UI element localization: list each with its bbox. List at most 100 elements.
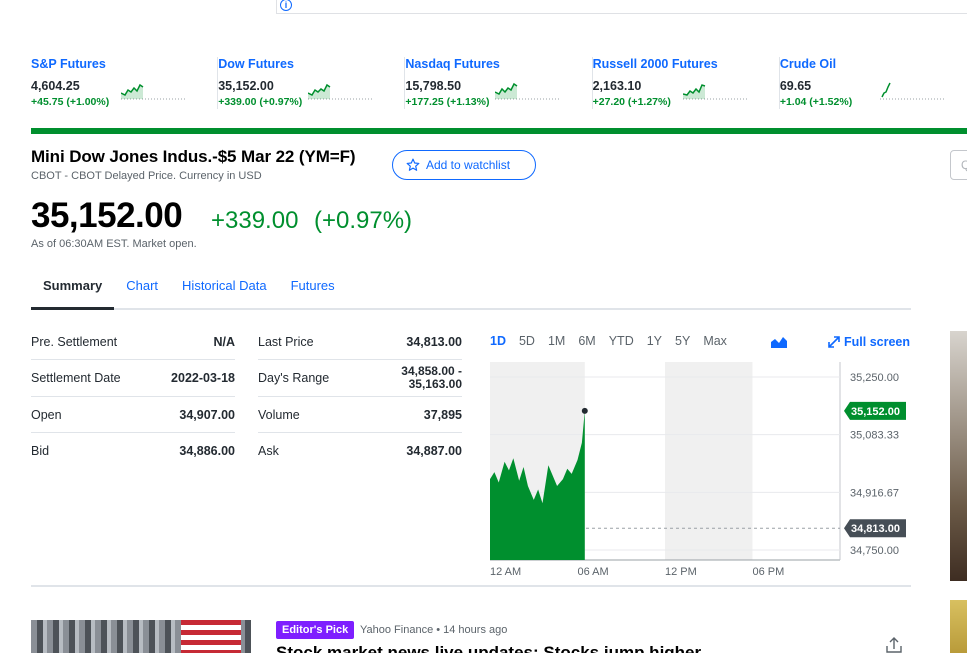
sparkline-icon [121, 83, 187, 100]
row-value: N/A [213, 334, 235, 349]
price-chart[interactable]: 35,250.00 35,083.33 34,916.67 34,750.00 12 A… [490, 352, 915, 582]
tab-futures[interactable]: Futures [279, 268, 347, 310]
tab-summary[interactable]: Summary [31, 268, 115, 310]
row-value: 2022-03-18 [171, 371, 235, 385]
y-tick-label: 34,750.00 [850, 545, 899, 557]
price-change: +339.00 [211, 207, 299, 234]
news-headline[interactable]: Stock market news live updates: Stocks j… [276, 643, 876, 653]
x-tick-label: 12 AM [490, 566, 521, 578]
summary-table-middle: Last Price 34,813.00 Day's Range 34,858.… [258, 324, 462, 469]
full-screen-button[interactable]: Full screen [828, 335, 910, 349]
range-selector: 1D 5D 1M 6M YTD 1Y 5Y Max [490, 334, 740, 348]
tab-chart[interactable]: Chart [114, 268, 170, 310]
row-value: 34,813.00 [406, 334, 462, 349]
table-row: Day's Range 34,858.00 - 35,163.00 [258, 360, 462, 397]
row-value: 34,887.00 [406, 444, 462, 458]
top-info-strip: i [276, 0, 967, 14]
table-row: Ask 34,887.00 [258, 433, 462, 469]
row-label: Open [31, 407, 62, 422]
section-divider [31, 585, 911, 587]
y-tick-label: 34,916.67 [850, 487, 899, 499]
range-1y[interactable]: 1Y [647, 334, 662, 348]
current-price-flag: 35,152.00 [844, 401, 906, 420]
row-value: 37,895 [423, 407, 462, 422]
star-icon [406, 158, 420, 171]
row-label: Pre. Settlement [31, 334, 118, 349]
row-value: 34,886.00 [179, 444, 235, 458]
y-tick-label: 35,083.33 [850, 430, 899, 442]
market-ribbon: S&P Futures 4,604.25 +45.75 (+1.00%) Dow… [31, 57, 967, 113]
ticker-name[interactable]: S&P Futures [31, 57, 205, 71]
row-label: Settlement Date [31, 371, 121, 385]
ticker-name[interactable]: Crude Oil [780, 57, 955, 71]
news-source: Yahoo Finance • 14 hours ago [360, 624, 508, 636]
quote-tabs: Summary Chart Historical Data Futures [31, 268, 911, 310]
table-row: Settlement Date 2022-03-18 [31, 360, 235, 397]
range-max[interactable]: Max [703, 334, 727, 348]
ribbon-item[interactable]: Nasdaq Futures 15,798.50 +177.25 (+1.13%… [405, 57, 593, 109]
tab-historical-data[interactable]: Historical Data [170, 268, 279, 310]
current-price: 35,152.00 [31, 196, 183, 235]
range-ytd[interactable]: YTD [609, 334, 634, 348]
range-1m[interactable]: 1M [548, 334, 565, 348]
full-screen-label: Full screen [844, 335, 910, 349]
news-thumbnail[interactable] [31, 620, 251, 653]
table-row: Last Price 34,813.00 [258, 324, 462, 360]
ticker-name[interactable]: Russell 2000 Futures [593, 57, 767, 71]
share-icon[interactable] [885, 637, 903, 653]
row-value: 34,907.00 [179, 407, 235, 422]
sparkline-icon [879, 82, 946, 100]
last-price-marker [581, 407, 588, 414]
sparkline-icon [682, 84, 749, 100]
advertisement-image[interactable] [950, 331, 967, 581]
add-to-watchlist-button[interactable]: Add to watchlist [392, 150, 536, 180]
info-icon[interactable]: i [280, 0, 292, 11]
table-row: Open 34,907.00 [31, 397, 235, 433]
previous-close-flag-text: 34,813.00 [851, 523, 900, 535]
price-change-percent: (+0.97%) [314, 207, 413, 234]
expand-icon [828, 336, 840, 348]
page-title: Mini Dow Jones Indus.-$5 Mar 22 (YM=F) [31, 147, 356, 166]
table-row: Pre. Settlement N/A [31, 324, 235, 360]
quote-lookup-input[interactable]: Q [950, 150, 967, 180]
range-1d[interactable]: 1D [490, 334, 506, 348]
area-chart-icon[interactable] [771, 336, 787, 348]
row-value: 34,858.00 - 35,163.00 [401, 365, 462, 391]
editors-pick-badge: Editor's Pick [276, 621, 355, 639]
ribbon-item[interactable]: Russell 2000 Futures 2,163.10 +27.20 (+1… [593, 57, 780, 109]
x-tick-label: 06 PM [753, 566, 785, 578]
watchlist-label: Add to watchlist [426, 158, 511, 172]
advertisement-image[interactable] [950, 600, 967, 653]
ticker-name[interactable]: Dow Futures [218, 57, 392, 71]
market-open-bar [31, 128, 967, 134]
ribbon-item[interactable]: S&P Futures 4,604.25 +45.75 (+1.00%) [31, 57, 219, 109]
range-6m[interactable]: 6M [578, 334, 595, 348]
range-5d[interactable]: 5D [519, 334, 535, 348]
days-range-high: 35,163.00 [408, 377, 462, 391]
x-tick-label: 06 AM [578, 566, 609, 578]
x-tick-label: 12 PM [665, 566, 697, 578]
range-5y[interactable]: 5Y [675, 334, 690, 348]
row-label: Bid [31, 444, 50, 458]
sparkline-icon [308, 83, 375, 100]
price-chart-panel: 1D 5D 1M 6M YTD 1Y 5Y Max Full screen 35… [490, 330, 915, 580]
session-shade [665, 362, 753, 560]
flag-image [181, 620, 241, 653]
current-price-flag-text: 35,152.00 [851, 406, 900, 418]
ribbon-item[interactable]: Crude Oil 69.65 +1.04 (+1.52%) [780, 57, 967, 109]
table-row: Bid 34,886.00 [31, 433, 235, 469]
previous-close-flag: 34,813.00 [844, 519, 906, 538]
row-label: Volume [258, 407, 300, 422]
ribbon-item[interactable]: Dow Futures 35,152.00 +339.00 (+0.97%) [218, 57, 406, 109]
sparkline-icon [495, 82, 562, 100]
row-label: Ask [258, 444, 279, 458]
table-row: Volume 37,895 [258, 397, 462, 433]
summary-table-left: Pre. Settlement N/A Settlement Date 2022… [31, 324, 235, 469]
row-label: Last Price [258, 334, 314, 349]
quote-subtitle: CBOT - CBOT Delayed Price. Currency in U… [31, 170, 262, 182]
row-label: Day's Range [258, 371, 330, 385]
as-of-timestamp: As of 06:30AM EST. Market open. [31, 238, 197, 250]
ticker-name[interactable]: Nasdaq Futures [405, 57, 579, 71]
y-tick-label: 35,250.00 [850, 372, 899, 384]
days-range-low: 34,858.00 - [401, 364, 462, 378]
